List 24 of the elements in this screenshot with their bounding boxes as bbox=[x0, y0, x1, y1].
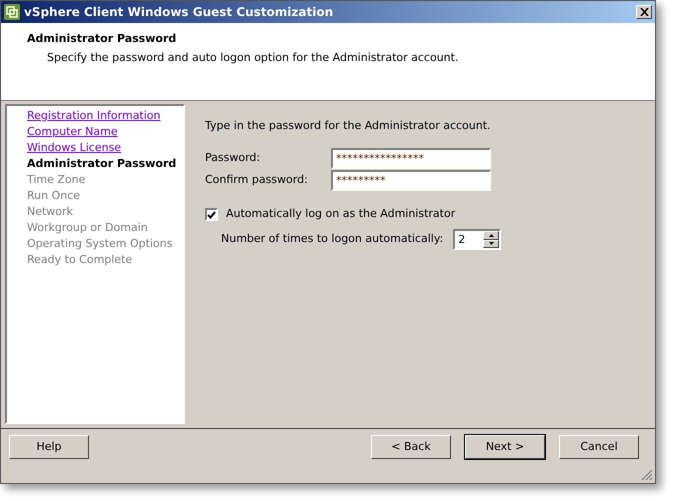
step-link[interactable]: Registration Information bbox=[27, 108, 183, 124]
app-icon bbox=[4, 4, 20, 20]
window-title: vSphere Client Windows Guest Customization bbox=[24, 4, 334, 21]
close-button[interactable] bbox=[636, 5, 652, 19]
dialog-button[interactable]: Cancel bbox=[559, 435, 639, 459]
step-link[interactable]: Computer Name bbox=[27, 124, 183, 140]
step-link[interactable]: Windows License bbox=[27, 140, 183, 156]
instruction-text: Type in the password for the Administrator account. bbox=[205, 118, 492, 134]
field-label: Confirm password: bbox=[205, 172, 309, 188]
resize-grip-icon[interactable] bbox=[641, 469, 653, 481]
auto-logon-label: Automatically log on as the Administrator bbox=[226, 206, 456, 222]
password-field[interactable]: **************** bbox=[331, 148, 491, 169]
password-field[interactable]: ********* bbox=[331, 170, 491, 191]
page-subtitle: Specify the password and auto logon option for the Administrator account. bbox=[46, 50, 460, 66]
logon-count-label: Number of times to logon automatically: bbox=[221, 231, 444, 248]
dialog-button[interactable]: Next > bbox=[465, 435, 545, 459]
auto-logon-checkbox[interactable] bbox=[205, 208, 218, 221]
logon-count-spinner[interactable]: 2 bbox=[453, 229, 502, 250]
dialog-button[interactable]: Help bbox=[9, 435, 89, 459]
dialog-button[interactable]: < Back bbox=[371, 435, 451, 459]
close-icon bbox=[640, 8, 648, 16]
page-title: Administrator Password bbox=[27, 31, 178, 47]
spin-up-icon[interactable] bbox=[483, 231, 500, 240]
field-label: Password: bbox=[205, 150, 262, 166]
